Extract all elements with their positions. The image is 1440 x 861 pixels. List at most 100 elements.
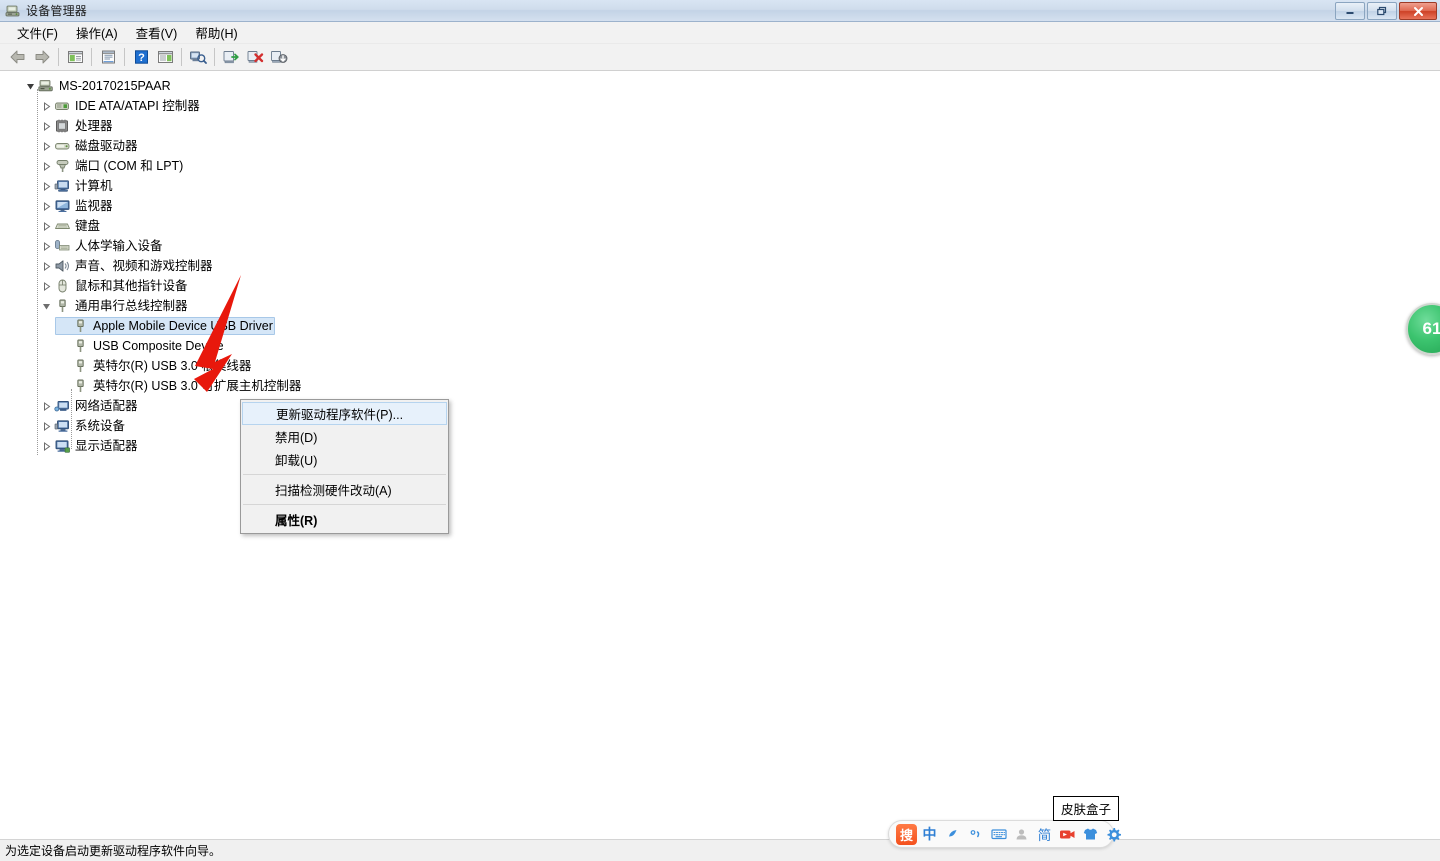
toolbar-separator bbox=[181, 48, 182, 66]
help-icon[interactable]: ? bbox=[129, 46, 153, 69]
context-menu[interactable]: 更新驱动程序软件(P)... 禁用(D) 卸载(U) 扫描检测硬件改动(A) 属… bbox=[240, 399, 449, 534]
tree-item-keyboard[interactable]: 键盘 bbox=[0, 216, 1440, 236]
ime-logo-icon[interactable]: 搜 bbox=[895, 823, 918, 845]
tree-item-label: USB Composite Device bbox=[93, 339, 224, 353]
toolbar-separator bbox=[91, 48, 92, 66]
chevron-right-icon[interactable] bbox=[38, 136, 54, 156]
show-hide-console-tree-icon[interactable] bbox=[63, 46, 87, 69]
device-tree-panel[interactable]: MS-20170215PAAR IDE ATA/ATAPI 控制器 处理器 磁盘… bbox=[0, 71, 1440, 839]
tree-item-label: 网络适配器 bbox=[75, 399, 138, 413]
forward-icon[interactable] bbox=[30, 46, 54, 69]
minimize-button[interactable] bbox=[1335, 2, 1365, 20]
status-bar: 为选定设备启动更新驱动程序软件向导。 bbox=[0, 839, 1440, 861]
tree-item-intel-usb3-root-hub[interactable]: 英特尔(R) USB 3.0 根集线器 bbox=[0, 356, 1440, 376]
chevron-right-icon[interactable] bbox=[38, 276, 54, 296]
ime-soft-keyboard-icon[interactable] bbox=[987, 823, 1010, 845]
disable-device-icon[interactable] bbox=[267, 46, 291, 69]
toolbar-separator bbox=[58, 48, 59, 66]
ctx-properties[interactable]: 属性(R) bbox=[241, 508, 448, 531]
ime-punctuation-icon[interactable] bbox=[964, 823, 987, 845]
tree-item-hid[interactable]: 人体学输入设备 bbox=[0, 236, 1440, 256]
tree-item-network-adapter[interactable]: 网络适配器 bbox=[0, 396, 1440, 416]
ime-simplified-icon[interactable]: 简 bbox=[1033, 823, 1056, 845]
ctx-uninstall[interactable]: 卸载(U) bbox=[241, 448, 448, 471]
maximize-button[interactable] bbox=[1367, 2, 1397, 20]
tree-item-computer[interactable]: 计算机 bbox=[0, 176, 1440, 196]
menu-view[interactable]: 查看(V) bbox=[127, 21, 187, 44]
tree-item-label: 磁盘驱动器 bbox=[75, 139, 138, 153]
tree-item-label: Apple Mobile Device USB Driver bbox=[93, 319, 273, 333]
tree-item-processor[interactable]: 处理器 bbox=[0, 116, 1440, 136]
chevron-right-icon[interactable] bbox=[38, 156, 54, 176]
chevron-right-icon[interactable] bbox=[38, 256, 54, 276]
chevron-right-icon[interactable] bbox=[38, 396, 54, 416]
tree-item-label: 人体学输入设备 bbox=[75, 239, 163, 253]
tree-item-system-devices[interactable]: 系统设备 bbox=[0, 416, 1440, 436]
tree-item-label: 英特尔(R) USB 3.0 根集线器 bbox=[93, 359, 252, 373]
tree-item-mouse[interactable]: 鼠标和其他指针设备 bbox=[0, 276, 1440, 296]
device-tree[interactable]: MS-20170215PAAR IDE ATA/ATAPI 控制器 处理器 磁盘… bbox=[0, 76, 1440, 456]
ctx-disable[interactable]: 禁用(D) bbox=[241, 425, 448, 448]
status-text: 为选定设备启动更新驱动程序软件向导。 bbox=[5, 844, 222, 858]
monitor-icon bbox=[54, 198, 71, 214]
update-driver-icon[interactable] bbox=[219, 46, 243, 69]
usb-device-icon bbox=[72, 378, 89, 394]
back-icon[interactable] bbox=[6, 46, 30, 69]
properties-icon[interactable] bbox=[96, 46, 120, 69]
ime-moon-icon[interactable] bbox=[941, 823, 964, 845]
usb-device-icon bbox=[72, 338, 89, 354]
ctx-update-driver[interactable]: 更新驱动程序软件(P)... bbox=[242, 402, 447, 425]
tree-item-label: 端口 (COM 和 LPT) bbox=[75, 159, 184, 173]
tree-item-usb-composite-device[interactable]: USB Composite Device bbox=[0, 336, 1440, 356]
keyboard-icon bbox=[54, 218, 71, 234]
ime-chinese-glyph: 中 bbox=[922, 826, 937, 842]
tree-item-display-adapter[interactable]: 显示适配器 bbox=[0, 436, 1440, 456]
menu-file[interactable]: 文件(F) bbox=[8, 21, 67, 44]
view-list-icon[interactable] bbox=[153, 46, 177, 69]
chevron-right-icon[interactable] bbox=[38, 436, 54, 456]
chevron-right-icon[interactable] bbox=[38, 216, 54, 236]
sound-video-game-icon bbox=[54, 258, 71, 274]
chevron-right-icon[interactable] bbox=[38, 416, 54, 436]
ime-simplified-glyph: 简 bbox=[1037, 828, 1052, 843]
ime-settings-icon[interactable] bbox=[1102, 823, 1125, 845]
tree-item-intel-usb3-xhci[interactable]: 英特尔(R) USB 3.0 可扩展主机控制器 bbox=[0, 376, 1440, 396]
ime-video-icon[interactable] bbox=[1056, 823, 1079, 845]
close-button[interactable] bbox=[1399, 2, 1437, 20]
toolbar-separator bbox=[214, 48, 215, 66]
menu-help[interactable]: 帮助(H) bbox=[186, 21, 246, 44]
ide-controller-icon bbox=[54, 98, 71, 114]
tree-item-apple-mobile-device-usb-driver[interactable]: Apple Mobile Device USB Driver bbox=[0, 316, 1440, 336]
chevron-right-icon[interactable] bbox=[38, 196, 54, 216]
expanded-triangle-icon[interactable] bbox=[22, 76, 38, 96]
hid-icon bbox=[54, 238, 71, 254]
tree-item-monitor[interactable]: 监视器 bbox=[0, 196, 1440, 216]
tree-item-usb-controller[interactable]: 通用串行总线控制器 bbox=[0, 296, 1440, 316]
ime-user-icon[interactable] bbox=[1010, 823, 1033, 845]
ports-icon bbox=[54, 158, 71, 174]
uninstall-device-icon[interactable] bbox=[243, 46, 267, 69]
menu-action[interactable]: 操作(A) bbox=[67, 21, 127, 44]
ctx-scan-hardware[interactable]: 扫描检测硬件改动(A) bbox=[241, 478, 448, 501]
processor-icon bbox=[54, 118, 71, 134]
chevron-right-icon[interactable] bbox=[38, 96, 54, 116]
expanded-triangle-icon[interactable] bbox=[38, 296, 54, 316]
ime-chinese-mode[interactable]: 中 bbox=[918, 823, 941, 845]
computer-icon bbox=[54, 178, 71, 194]
usb-controller-icon bbox=[54, 298, 71, 314]
scan-hardware-changes-icon[interactable] bbox=[186, 46, 210, 69]
mouse-icon bbox=[54, 278, 71, 294]
tree-item-ide-controller[interactable]: IDE ATA/ATAPI 控制器 bbox=[0, 96, 1440, 116]
tree-item-label: 系统设备 bbox=[75, 419, 126, 433]
ime-skin-icon[interactable] bbox=[1079, 823, 1102, 845]
tree-item-ports[interactable]: 端口 (COM 和 LPT) bbox=[0, 156, 1440, 176]
tree-item-root[interactable]: MS-20170215PAAR bbox=[0, 76, 1440, 96]
ime-toolbar[interactable]: 搜 中 简 bbox=[888, 820, 1121, 848]
device-manager-icon bbox=[5, 3, 21, 19]
chevron-right-icon[interactable] bbox=[38, 176, 54, 196]
network-adapter-icon bbox=[54, 398, 71, 414]
tree-item-disk-drive[interactable]: 磁盘驱动器 bbox=[0, 136, 1440, 156]
chevron-right-icon[interactable] bbox=[38, 116, 54, 136]
tree-item-sound-video-game[interactable]: 声音、视频和游戏控制器 bbox=[0, 256, 1440, 276]
chevron-right-icon[interactable] bbox=[38, 236, 54, 256]
